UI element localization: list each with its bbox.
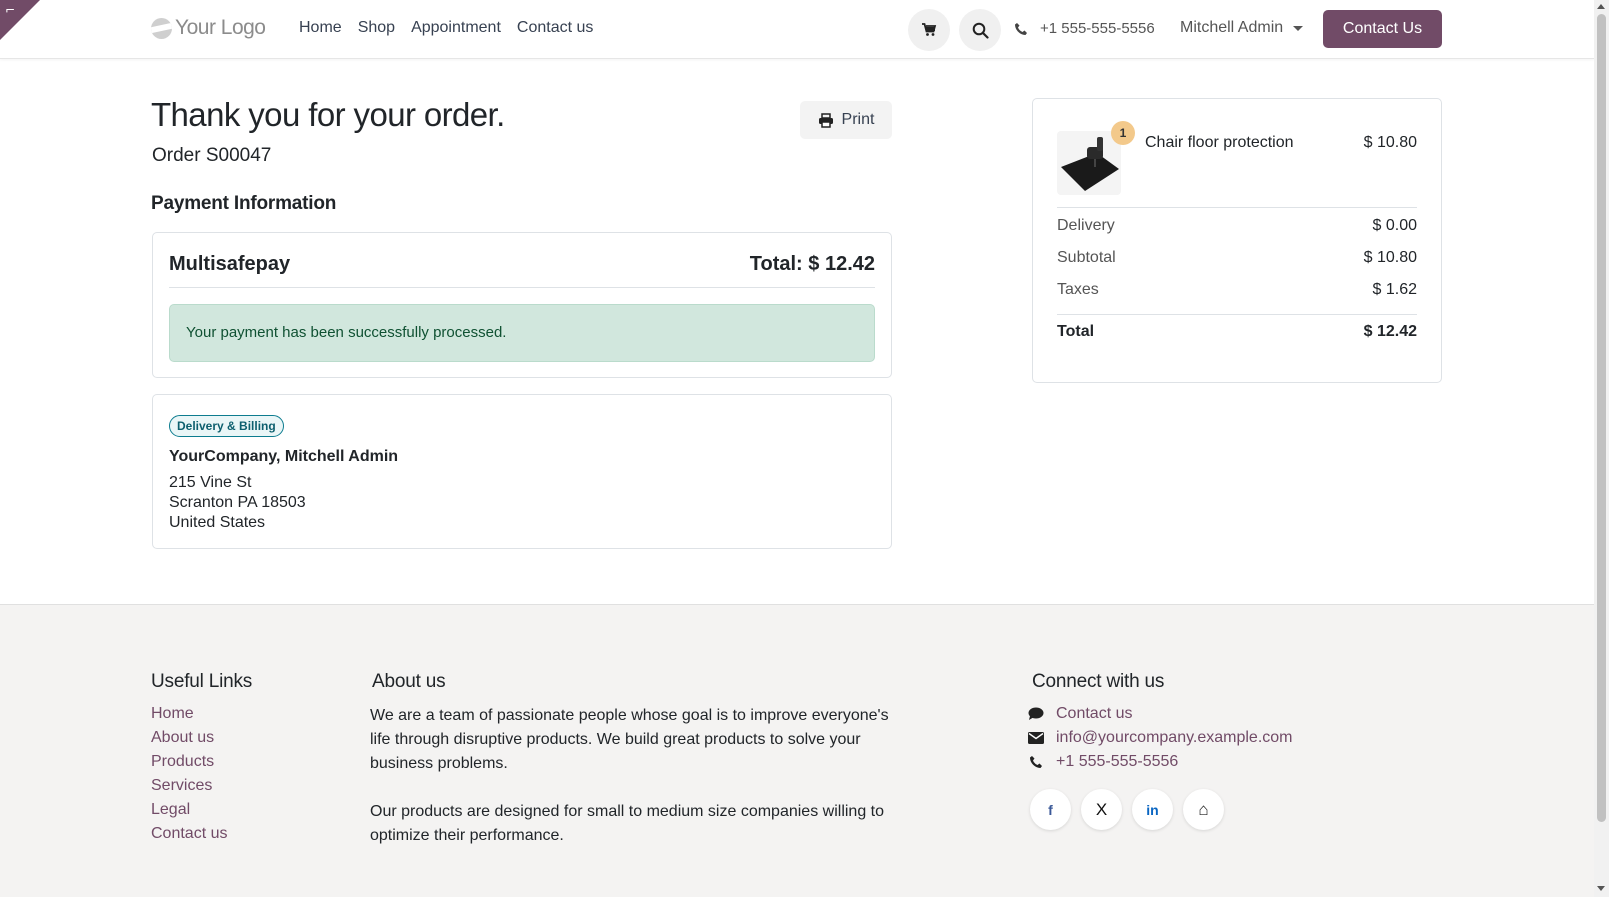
page-title: Thank you for your order. <box>151 96 505 133</box>
printer-icon <box>818 112 833 128</box>
order-reference: Order S00047 <box>152 145 272 166</box>
logo-text: Your Logo <box>175 16 266 39</box>
summary-value: $ 10.80 <box>1363 249 1417 266</box>
contact-us-button[interactable]: Contact Us <box>1323 10 1442 48</box>
footer-contact-item[interactable]: Contact us <box>1028 704 1293 723</box>
print-button[interactable]: Print <box>800 101 892 139</box>
footer-link-about[interactable]: About us <box>151 728 227 747</box>
footer-link-home[interactable]: Home <box>151 704 227 723</box>
home-button[interactable]: ⌂ <box>1183 789 1224 830</box>
divider <box>1057 314 1417 315</box>
footer-link-legal[interactable]: Legal <box>151 800 227 819</box>
header-phone-text: +1 555-555-5556 <box>1040 20 1155 37</box>
footer-link-contact[interactable]: Contact us <box>151 824 227 843</box>
summary-value: $ 0.00 <box>1372 217 1417 234</box>
payment-section-title: Payment Information <box>151 193 337 214</box>
summary-label: Taxes <box>1057 281 1099 298</box>
summary-row-total: Total $ 12.42 <box>1057 323 1417 341</box>
payment-total: Total: $ 12.42 <box>749 253 875 275</box>
footer-link-products[interactable]: Products <box>151 752 227 771</box>
site-footer: Useful Links Home About us Products Serv… <box>0 604 1594 897</box>
home-icon: ⌂ <box>1198 799 1209 819</box>
chair-mat-image <box>1061 137 1119 191</box>
address-lines: 215 Vine St Scranton PA 18503 United Sta… <box>169 473 306 533</box>
footer-links-title: Useful Links <box>151 671 253 692</box>
scroll-down-arrow-icon[interactable] <box>1597 886 1605 891</box>
linkedin-button[interactable]: in <box>1132 789 1173 830</box>
footer-phone-item[interactable]: +1 555-555-5556 <box>1028 752 1293 771</box>
divider <box>1057 207 1417 208</box>
cart-button[interactable] <box>908 9 950 51</box>
nav-home[interactable]: Home <box>299 19 342 37</box>
page-scrollbar[interactable] <box>1594 0 1609 897</box>
summary-value: $ 1.62 <box>1372 281 1417 298</box>
phone-link[interactable]: +1 555-555-5556 <box>1056 752 1178 771</box>
footer-links: Home About us Products Services Legal Co… <box>151 704 227 843</box>
nav-shop[interactable]: Shop <box>358 19 395 37</box>
user-menu[interactable]: Mitchell Admin <box>1180 19 1304 37</box>
phone-icon <box>1015 22 1027 35</box>
scroll-up-arrow-icon[interactable] <box>1597 4 1605 9</box>
chat-bubble-icon <box>1028 707 1044 720</box>
facebook-icon: f <box>1048 801 1053 818</box>
product-price: $ 10.80 <box>1363 134 1417 151</box>
chevron-down-icon <box>1293 25 1304 31</box>
nav-contact[interactable]: Contact us <box>517 19 593 37</box>
address-line: 215 Vine St <box>169 474 252 491</box>
search-button[interactable] <box>959 9 1001 51</box>
total-value: $ 12.42 <box>1363 323 1417 340</box>
cart-icon <box>922 23 937 36</box>
linkedin-icon: in <box>1146 801 1159 818</box>
summary-label: Delivery <box>1057 217 1115 234</box>
envelope-icon <box>1028 731 1044 744</box>
scrollbar-thumb[interactable] <box>1597 14 1606 822</box>
x-twitter-button[interactable]: X <box>1081 789 1122 830</box>
quantity-badge: 1 <box>1111 121 1135 145</box>
facebook-button[interactable]: f <box>1030 789 1071 830</box>
summary-row-taxes: Taxes $ 1.62 <box>1057 281 1417 299</box>
address-line: United States <box>169 514 266 531</box>
footer-about-title: About us <box>372 671 446 692</box>
email-link[interactable]: info@yourcompany.example.com <box>1056 728 1293 747</box>
divider <box>169 287 875 288</box>
address-line: Scranton PA 18503 <box>169 494 306 511</box>
payment-method: Multisafepay <box>169 253 291 275</box>
summary-label: Subtotal <box>1057 249 1116 266</box>
payment-success-alert: Your payment has been successfully proce… <box>169 304 875 362</box>
footer-link-services[interactable]: Services <box>151 776 227 795</box>
footer-about-text: We are a team of passionate people whose… <box>370 704 890 848</box>
order-summary-card: 1 Chair floor protection $ 10.80 Deliver… <box>1032 98 1442 383</box>
contact-link[interactable]: Contact us <box>1056 704 1132 723</box>
footer-email-item[interactable]: info@yourcompany.example.com <box>1028 728 1293 747</box>
social-links: f X in ⌂ <box>1030 789 1224 830</box>
x-twitter-icon: X <box>1095 799 1108 819</box>
about-paragraph: Our products are designed for small to m… <box>370 803 885 844</box>
logo-mark-icon <box>151 17 172 39</box>
total-label: Total <box>1057 323 1095 340</box>
summary-row-subtotal: Subtotal $ 10.80 <box>1057 249 1417 267</box>
site-logo[interactable]: Your Logo <box>151 16 266 40</box>
summary-row-delivery: Delivery $ 0.00 <box>1057 217 1417 235</box>
search-icon <box>972 22 989 39</box>
site-header: ⌐ Your Logo Home Shop Appointment Contac… <box>0 0 1594 59</box>
nav-appointment[interactable]: Appointment <box>411 19 501 37</box>
footer-contact-list: Contact us info@yourcompany.example.com … <box>1028 704 1293 771</box>
print-label: Print <box>841 111 875 128</box>
product-name[interactable]: Chair floor protection <box>1145 134 1294 152</box>
main-nav: Home Shop Appointment Contact us <box>299 19 593 37</box>
user-name: Mitchell Admin <box>1180 19 1284 36</box>
phone-icon <box>1030 755 1042 768</box>
header-phone[interactable]: +1 555-555-5556 <box>1014 20 1155 37</box>
about-paragraph: We are a team of passionate people whose… <box>370 707 889 772</box>
footer-connect-title: Connect with us <box>1032 671 1165 692</box>
product-thumbnail <box>1057 131 1121 195</box>
address-card: Delivery & Billing YourCompany, Mitchell… <box>152 394 892 549</box>
corner-arrow-icon: ⌐ <box>5 3 16 17</box>
payment-card: Multisafepay Total: $ 12.42 Your payment… <box>152 232 892 378</box>
delivery-billing-badge: Delivery & Billing <box>169 415 284 437</box>
address-name: YourCompany, Mitchell Admin <box>169 448 399 465</box>
